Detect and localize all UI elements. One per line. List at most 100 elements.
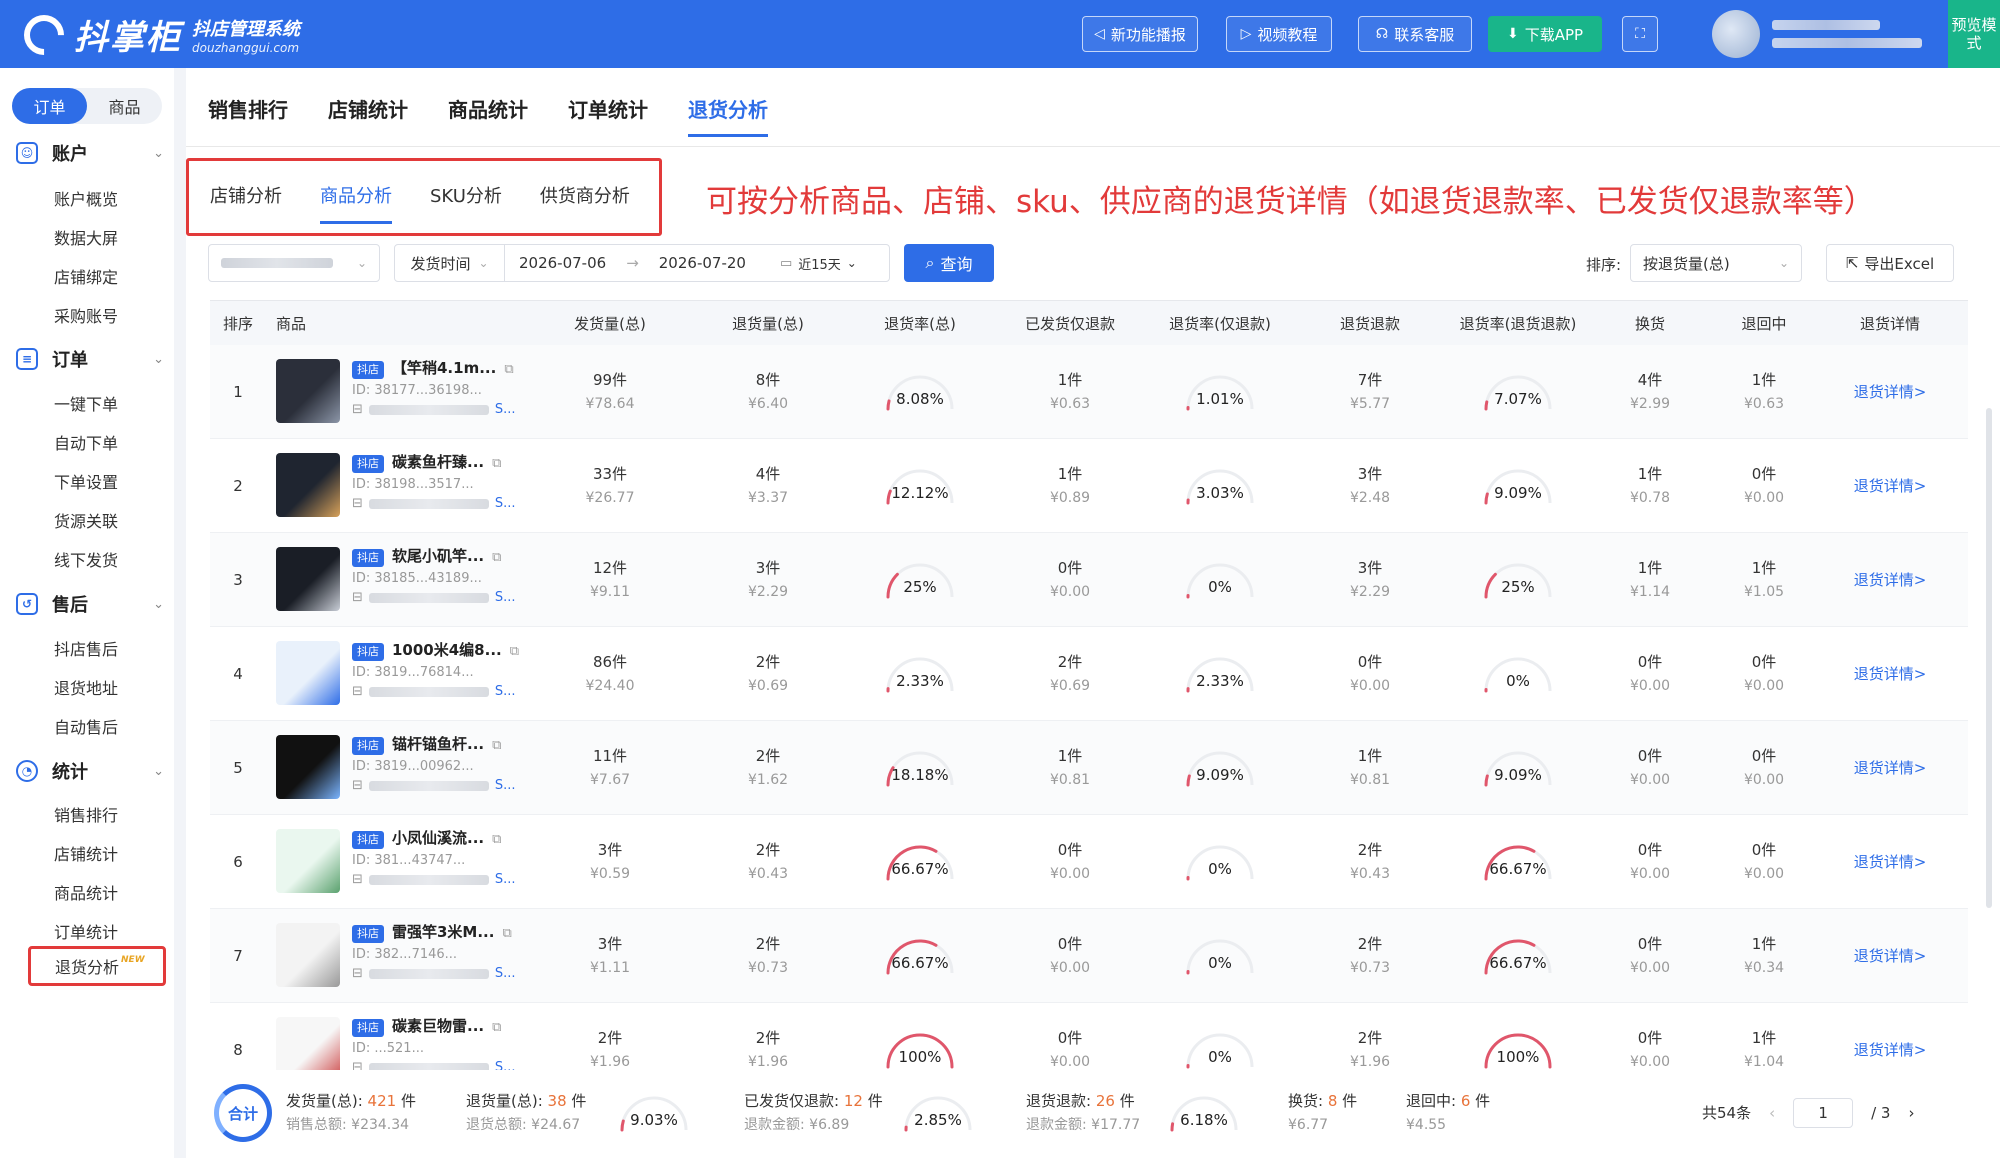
product-thumbnail[interactable] [276, 735, 340, 799]
sidebar-item-product-stats[interactable]: 商品统计 [54, 880, 118, 904]
sidebar-item-source-link[interactable]: 货源关联 [54, 508, 118, 532]
return-detail-link[interactable]: 退货详情> [1840, 533, 1940, 627]
sidebar-item-account-overview[interactable]: 账户概览 [54, 186, 118, 210]
video-tutorial-button[interactable]: ▷ 视频教程 [1226, 16, 1332, 52]
return-detail-link[interactable]: 退货详情> [1840, 1003, 1940, 1070]
preview-mode-button[interactable]: 预览模式 [1948, 0, 2000, 68]
shop-link[interactable]: S... [495, 496, 516, 511]
sidebar-item-data-screen[interactable]: 数据大屏 [54, 225, 118, 249]
product-thumbnail[interactable] [276, 1017, 340, 1070]
product-name[interactable]: 软尾小矶竿... [392, 547, 484, 565]
switch-orders[interactable]: 订单 [12, 88, 87, 124]
copy-icon[interactable]: ⧉ [492, 1020, 501, 1035]
sidebar-item-return-address[interactable]: 退货地址 [54, 675, 118, 699]
shop-link[interactable]: S... [495, 778, 516, 793]
shop-select[interactable]: ⌄ [208, 244, 380, 282]
download-app-button[interactable]: ⬇ 下载APP [1488, 16, 1602, 52]
logo[interactable]: 抖掌柜 抖店管理系统 douzhanggui.com [15, 6, 300, 63]
shop-link[interactable]: S... [495, 966, 516, 981]
sidebar-item-purchase-account[interactable]: 采购账号 [54, 303, 118, 327]
sidebar-item-return-analysis[interactable]: 退货分析 NEW [28, 946, 166, 986]
export-excel-button[interactable]: ⇱ 导出Excel [1826, 244, 1954, 282]
copy-icon[interactable]: ⧉ [502, 926, 511, 941]
section-statistics[interactable]: ◔ 统计 ⌄ [16, 758, 164, 784]
date-end-input[interactable]: 2026-07-20 [659, 254, 746, 272]
time-type-select[interactable]: 发货时间 ⌄ [395, 245, 505, 281]
sidebar-item-shop-stats[interactable]: 店铺统计 [54, 841, 118, 865]
contact-support-button[interactable]: ☊ 联系客服 [1358, 16, 1472, 52]
sidebar-item-sales-ranking[interactable]: 销售排行 [54, 802, 118, 826]
sidebar-item-order-settings[interactable]: 下单设置 [54, 469, 118, 493]
product-name[interactable]: 1000米4编8... [392, 641, 502, 659]
sidebar-item-shop-binding[interactable]: 店铺绑定 [54, 264, 118, 288]
product-shop: ⊟ S... [352, 590, 542, 605]
shop-link[interactable]: S... [495, 1060, 516, 1070]
sidebar-item-offline-ship[interactable]: 线下发货 [54, 547, 118, 571]
sidebar-item-one-click-order[interactable]: 一键下单 [54, 391, 118, 415]
copy-icon[interactable]: ⧉ [492, 456, 501, 471]
product-thumbnail[interactable] [276, 923, 340, 987]
row-rank: 6 [233, 853, 243, 871]
subtab-supplier-analysis[interactable]: 供货商分析 [540, 182, 630, 224]
platform-tag: 抖店 [352, 549, 384, 567]
section-account[interactable]: ☺ 账户 ⌄ [16, 140, 164, 166]
returning-cell: 1件 ¥1.05 [1743, 559, 1785, 600]
shop-link[interactable]: S... [495, 872, 516, 887]
page-total: / 3 [1871, 1104, 1891, 1122]
sort-select[interactable]: 按退货量(总) ⌄ [1630, 244, 1802, 282]
product-name[interactable]: 【竿稍4.1m... [392, 359, 496, 377]
header-detail: 退货详情 [1859, 314, 1920, 333]
feature-news-button[interactable]: ◁ 新功能播报 [1082, 16, 1198, 52]
sidebar-item-shop-after-sales[interactable]: 抖店售后 [54, 636, 118, 660]
return-detail-link[interactable]: 退货详情> [1840, 815, 1940, 909]
tab-product-stats[interactable]: 商品统计 [448, 94, 528, 137]
platform-tag: 抖店 [352, 737, 384, 755]
table-scrollbar[interactable] [1986, 408, 1992, 908]
shop-link[interactable]: S... [495, 684, 516, 699]
product-thumbnail[interactable] [276, 359, 340, 423]
return-detail-link[interactable]: 退货详情> [1840, 627, 1940, 721]
return-detail-link[interactable]: 退货详情> [1840, 909, 1940, 1003]
user-menu[interactable] [1712, 10, 1922, 58]
copy-icon[interactable]: ⧉ [492, 738, 501, 753]
sidebar-item-auto-after-sales[interactable]: 自动售后 [54, 714, 118, 738]
product-name[interactable]: 碳素巨物雷... [392, 1017, 484, 1035]
product-thumbnail[interactable] [276, 453, 340, 517]
copy-icon[interactable]: ⧉ [510, 644, 519, 659]
copy-icon[interactable]: ⧉ [492, 550, 501, 565]
product-name[interactable]: 雷强竿3米M... [392, 923, 494, 941]
tab-sales-ranking[interactable]: 销售排行 [208, 94, 288, 137]
date-start-input[interactable]: 2026-07-06 [519, 254, 606, 272]
page-input[interactable]: 1 [1793, 1098, 1854, 1128]
date-range-filter: 发货时间 ⌄ 2026-07-06 → 2026-07-20 ▭ 近15天 ⌄ [394, 244, 890, 282]
product-name[interactable]: 锚杆锚鱼杆... [392, 735, 484, 753]
return-detail-link[interactable]: 退货详情> [1840, 721, 1940, 815]
product-thumbnail[interactable] [276, 829, 340, 893]
tab-return-analysis[interactable]: 退货分析 [688, 94, 768, 137]
subtab-sku-analysis[interactable]: SKU分析 [430, 182, 502, 224]
product-name[interactable]: 小凤仙溪流... [392, 829, 484, 847]
return-detail-link[interactable]: 退货详情> [1840, 345, 1940, 439]
copy-icon[interactable]: ⧉ [492, 832, 501, 847]
quick-range-select[interactable]: 近15天 [798, 254, 841, 273]
return-detail-link[interactable]: 退货详情> [1840, 439, 1940, 533]
subtab-shop-analysis[interactable]: 店铺分析 [210, 182, 282, 224]
copy-icon[interactable]: ⧉ [504, 362, 513, 377]
product-name[interactable]: 碳素鱼杆臻... [392, 453, 484, 471]
subtab-product-analysis[interactable]: 商品分析 [320, 182, 392, 224]
prev-page-button[interactable]: ‹ [1769, 1101, 1775, 1125]
product-thumbnail[interactable] [276, 641, 340, 705]
tab-order-stats[interactable]: 订单统计 [568, 94, 648, 137]
next-page-button[interactable]: › [1908, 1101, 1914, 1125]
switch-products[interactable]: 商品 [87, 88, 162, 124]
section-after-sales[interactable]: ↺ 售后 ⌄ [16, 591, 164, 617]
sidebar-item-order-stats[interactable]: 订单统计 [54, 919, 118, 943]
section-orders[interactable]: ≡ 订单 ⌄ [16, 346, 164, 372]
shop-link[interactable]: S... [495, 402, 516, 417]
sidebar-item-auto-order[interactable]: 自动下单 [54, 430, 118, 454]
shop-link[interactable]: S... [495, 590, 516, 605]
tab-shop-stats[interactable]: 店铺统计 [328, 94, 408, 137]
product-thumbnail[interactable] [276, 547, 340, 611]
fullscreen-button[interactable]: ⛶ [1622, 16, 1658, 52]
query-button[interactable]: ⌕ 查询 [904, 244, 994, 282]
